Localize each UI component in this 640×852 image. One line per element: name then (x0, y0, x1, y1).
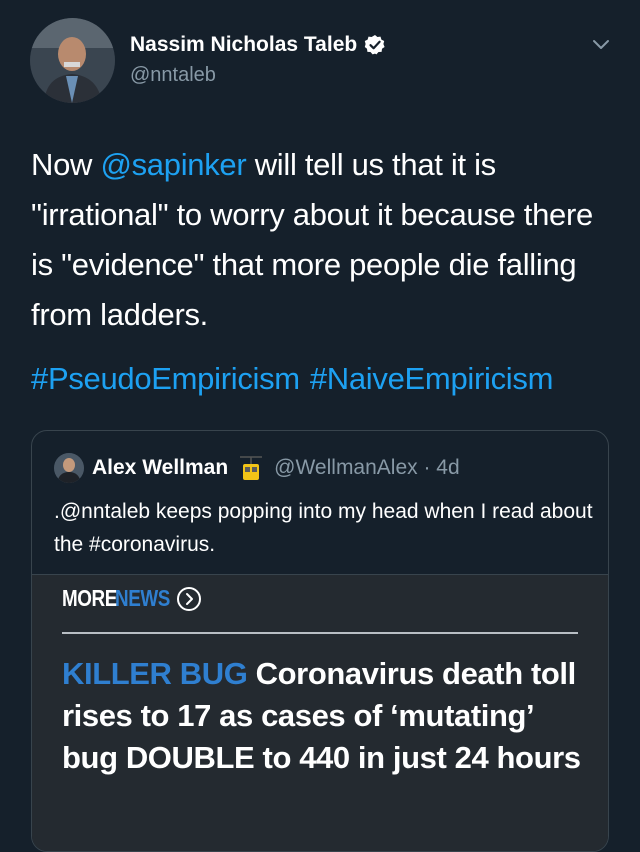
quoted-text: .@nntaleb keeps popping into my head whe… (54, 500, 593, 556)
chevron-down-icon[interactable] (590, 34, 612, 56)
tweet-body: Now @sapinker will tell us that it is "i… (31, 140, 611, 340)
divider (62, 632, 578, 634)
aerial-tramway-icon (240, 454, 263, 482)
quoted-header: Alex Wellman @WellmanAlex · 4d (54, 453, 460, 483)
author-avatar[interactable] (30, 18, 115, 103)
arrow-right-circle-icon (176, 586, 202, 612)
news-headline: KILLER BUG Coronavirus death toll rises … (62, 653, 592, 779)
hashtag-link[interactable]: #NaiveEmpiricism (310, 361, 554, 396)
quoted-media-image[interactable]: MORE NEWS KILLER BUG Coronavirus death t… (32, 574, 608, 851)
author-name-row: Nassim Nicholas Taleb (130, 33, 386, 57)
quoted-name[interactable]: Alex Wellman (92, 456, 228, 480)
author-name[interactable]: Nassim Nicholas Taleb (130, 33, 357, 57)
hashtag-link[interactable]: #PseudoEmpiricism (31, 361, 300, 396)
quoted-avatar[interactable] (54, 453, 84, 483)
news-word: NEWS (115, 585, 170, 611)
mention-link[interactable]: @sapinker (100, 147, 246, 182)
more-news-label: MORE NEWS (62, 585, 202, 612)
tweet-text-lead: Now (31, 147, 101, 182)
quoted-tweet-card[interactable]: Alex Wellman @WellmanAlex · 4d .@nntaleb… (31, 430, 609, 852)
verified-badge-icon (364, 34, 386, 56)
hashtag-row: #PseudoEmpiricism #NaiveEmpiricism (31, 354, 563, 404)
quoted-handle-time: @WellmanAlex · 4d (274, 456, 460, 479)
headline-kicker: KILLER BUG (62, 656, 248, 691)
author-handle[interactable]: @nntaleb (130, 64, 216, 87)
more-word: MORE (62, 585, 117, 611)
